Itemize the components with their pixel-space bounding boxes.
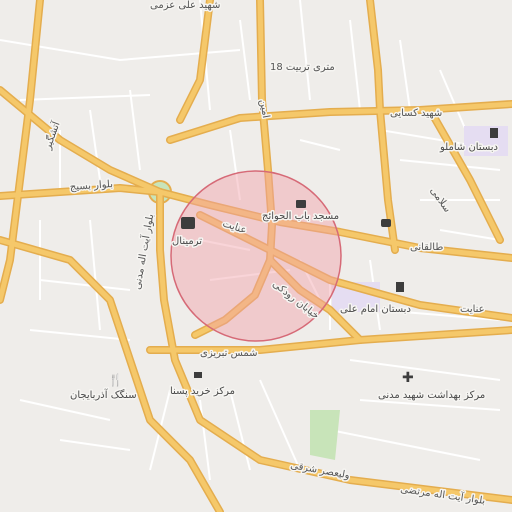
road-label-kasaei: شهید کسایی	[390, 108, 442, 119]
road-label-taleghani: طالقانی	[410, 242, 443, 253]
poi-label-school-imam-ali: دبستان امام علی	[340, 304, 411, 315]
mosque-icon	[296, 200, 306, 208]
map-view[interactable]: شهید علی عزمی 18 متری تربیت شهید کسایی ب…	[0, 0, 512, 512]
road-label-north: شهید علی عزمی	[150, 0, 220, 11]
bus-icon	[181, 217, 195, 229]
poi-label-mosque: مسجد باب الحوائج	[262, 211, 339, 222]
poi-label-shopping-center: مرکز خرید پسنا	[170, 386, 235, 397]
school-icon	[490, 128, 498, 138]
park-area	[310, 410, 340, 460]
cart-icon	[194, 372, 202, 378]
car-icon	[381, 219, 391, 227]
road-label-tabriz: 18 متری تربیت	[270, 62, 335, 73]
restaurant-icon: 🍴	[108, 373, 123, 387]
poi-label-stone-cut: سنگک آذربایجان	[70, 388, 137, 401]
map-canvas[interactable]: شهید علی عزمی 18 متری تربیت شهید کسایی ب…	[0, 0, 512, 512]
poi-label-terminal: ترمینال	[172, 236, 202, 247]
school-icon	[396, 282, 404, 292]
medical-cross-icon: ✚	[402, 370, 414, 386]
poi-label-school-shamlu: دبستان شاملو	[439, 142, 498, 153]
poi-label-health-center: مرکز بهداشت شهید مدنی	[378, 390, 485, 401]
road-label-shams: شمس تبریزی	[200, 348, 258, 359]
poi-car-service[interactable]	[381, 219, 391, 227]
road-label-enayat-east: عنایت	[460, 304, 485, 315]
